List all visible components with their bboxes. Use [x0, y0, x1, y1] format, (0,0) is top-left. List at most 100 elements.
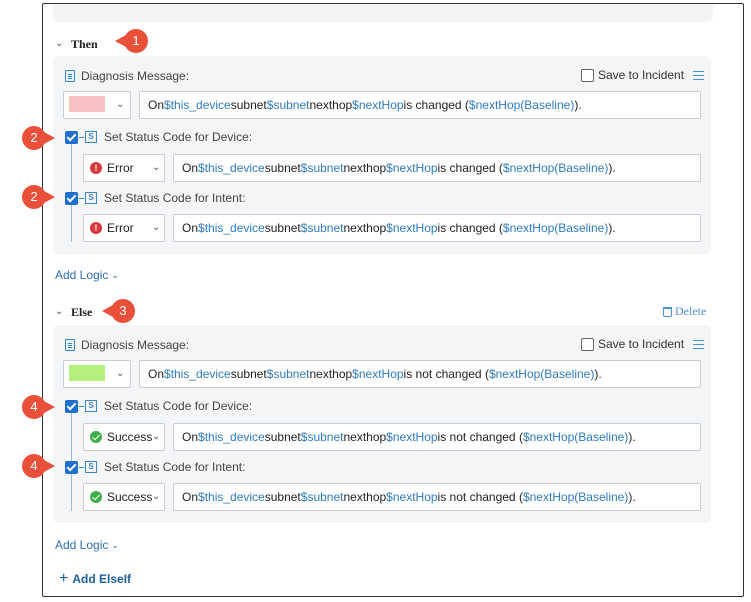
- else-device-status-select[interactable]: Success ⌄: [83, 423, 165, 451]
- msg-text: ).: [628, 490, 636, 504]
- callout-badge: 4: [22, 454, 55, 478]
- msg-var: $subnet: [300, 490, 344, 504]
- msg-text: ).: [594, 367, 602, 381]
- then-intent-row: S Set Status Code for Intent:: [65, 191, 245, 205]
- save-label: Save to Incident: [598, 337, 685, 351]
- status-value: Error: [107, 221, 134, 235]
- script-icon: S: [85, 400, 97, 412]
- msg-var: $nextHop: [386, 161, 438, 175]
- then-color-select[interactable]: ⌄: [63, 91, 131, 119]
- msg-text: is not changed (: [403, 367, 489, 381]
- else-diagnosis-header: Diagnosis Message:: [65, 338, 189, 352]
- msg-text: is changed (: [403, 98, 469, 112]
- msg-text: subnet: [264, 430, 301, 444]
- else-delete-button[interactable]: Delete: [663, 304, 706, 319]
- status-value: Success: [107, 490, 153, 504]
- else-add-logic-link[interactable]: Add Logic ⌄: [55, 538, 119, 552]
- script-icon: S: [85, 461, 97, 473]
- msg-text: subnet: [264, 490, 301, 504]
- document-icon: [65, 70, 75, 82]
- msg-text: subnet: [264, 221, 301, 235]
- then-intent-message-field[interactable]: On $this_device subnet $subnet nexthop $…: [173, 214, 701, 242]
- msg-text: On: [182, 221, 199, 235]
- callout-badge: 2: [22, 126, 55, 150]
- chevron-down-icon[interactable]: ⌄: [55, 38, 65, 49]
- status-value: Error: [107, 161, 134, 175]
- then-device-status-select[interactable]: ! Error ⌄: [83, 154, 165, 182]
- msg-text: nexthop: [309, 98, 353, 112]
- msg-text: nexthop: [343, 221, 387, 235]
- success-icon: [90, 431, 102, 443]
- msg-var: $nextHop(Baseline): [522, 490, 629, 504]
- msg-var: $this_device: [198, 221, 265, 235]
- then-message-field[interactable]: On $this_device subnet $subnet nexthop $…: [139, 91, 701, 119]
- callout-badge: 4: [22, 395, 55, 419]
- msg-text: is not changed (: [437, 430, 523, 444]
- then-device-row: S Set Status Code for Device:: [65, 130, 252, 144]
- msg-var: $nextHop: [386, 221, 438, 235]
- msg-text: subnet: [264, 161, 301, 175]
- script-icon: S: [85, 131, 97, 143]
- then-intent-status-select[interactable]: ! Error ⌄: [83, 214, 165, 242]
- msg-var: $subnet: [300, 161, 344, 175]
- msg-var: $subnet: [300, 221, 344, 235]
- msg-var: $this_device: [164, 98, 231, 112]
- intent-status-label: Set Status Code for Intent:: [104, 191, 246, 205]
- else-color-select[interactable]: ⌄: [63, 360, 131, 388]
- msg-text: ).: [608, 221, 616, 235]
- callout-badge: 2: [22, 185, 55, 209]
- msg-var: $nextHop: [386, 490, 438, 504]
- else-header[interactable]: ⌄ Else: [55, 305, 92, 320]
- msg-text: On: [182, 430, 199, 444]
- then-device-message-field[interactable]: On $this_device subnet $subnet nexthop $…: [173, 154, 701, 182]
- then-save-to-incident[interactable]: Save to Incident: [581, 68, 684, 82]
- rule-editor-frame: ⌄ Then Diagnosis Message: Save to Incide…: [42, 3, 744, 597]
- document-icon: [65, 339, 75, 351]
- error-icon: !: [90, 162, 102, 174]
- menu-icon[interactable]: [693, 340, 704, 349]
- save-checkbox[interactable]: [581, 68, 594, 82]
- msg-text: is changed (: [437, 221, 503, 235]
- msg-var: $subnet: [266, 367, 310, 381]
- chevron-down-icon: ⌄: [111, 539, 119, 550]
- menu-icon[interactable]: [693, 71, 704, 80]
- then-header[interactable]: ⌄ Then: [55, 37, 98, 52]
- chevron-down-icon[interactable]: ⌄: [55, 306, 65, 317]
- chevron-down-icon: ⌄: [116, 368, 125, 379]
- else-title: Else: [71, 305, 93, 319]
- msg-text: is not changed (: [437, 490, 523, 504]
- save-label: Save to Incident: [598, 68, 685, 82]
- add-logic-label: Add Logic: [55, 268, 109, 282]
- chevron-down-icon: ⌄: [152, 222, 161, 233]
- delete-label: Delete: [675, 304, 707, 318]
- previous-section-footer: [53, 4, 713, 22]
- else-save-to-incident[interactable]: Save to Incident: [581, 337, 684, 351]
- status-value: Success: [107, 430, 153, 444]
- error-icon: !: [90, 222, 102, 234]
- script-icon: S: [85, 192, 97, 204]
- msg-var: $nextHop: [352, 98, 404, 112]
- add-elseif-label: Add ElseIf: [72, 572, 132, 586]
- device-checkbox[interactable]: [65, 399, 78, 413]
- msg-text: nexthop: [343, 490, 387, 504]
- msg-var: $this_device: [198, 490, 265, 504]
- tree-dash: [79, 466, 84, 468]
- msg-var: $subnet: [266, 98, 310, 112]
- add-elseif-button[interactable]: + Add ElseIf: [59, 571, 132, 587]
- else-intent-message-field[interactable]: On $this_device subnet $subnet nexthop $…: [173, 483, 701, 511]
- success-icon: [90, 491, 102, 503]
- then-diagnosis-header: Diagnosis Message:: [65, 69, 189, 83]
- device-status-label: Set Status Code for Device:: [104, 130, 253, 144]
- save-checkbox[interactable]: [581, 337, 594, 351]
- else-device-message-field[interactable]: On $this_device subnet $subnet nexthop $…: [173, 423, 701, 451]
- msg-text: ).: [628, 430, 636, 444]
- intent-checkbox[interactable]: [65, 191, 78, 205]
- else-message-field[interactable]: On $this_device subnet $subnet nexthop $…: [139, 360, 701, 388]
- chevron-down-icon: ⌄: [152, 431, 161, 442]
- else-intent-status-select[interactable]: Success ⌄: [83, 483, 165, 511]
- msg-text: On: [148, 98, 165, 112]
- intent-checkbox[interactable]: [65, 460, 78, 474]
- then-add-logic-link[interactable]: Add Logic ⌄: [55, 268, 119, 282]
- msg-var: $this_device: [198, 430, 265, 444]
- device-checkbox[interactable]: [65, 130, 78, 144]
